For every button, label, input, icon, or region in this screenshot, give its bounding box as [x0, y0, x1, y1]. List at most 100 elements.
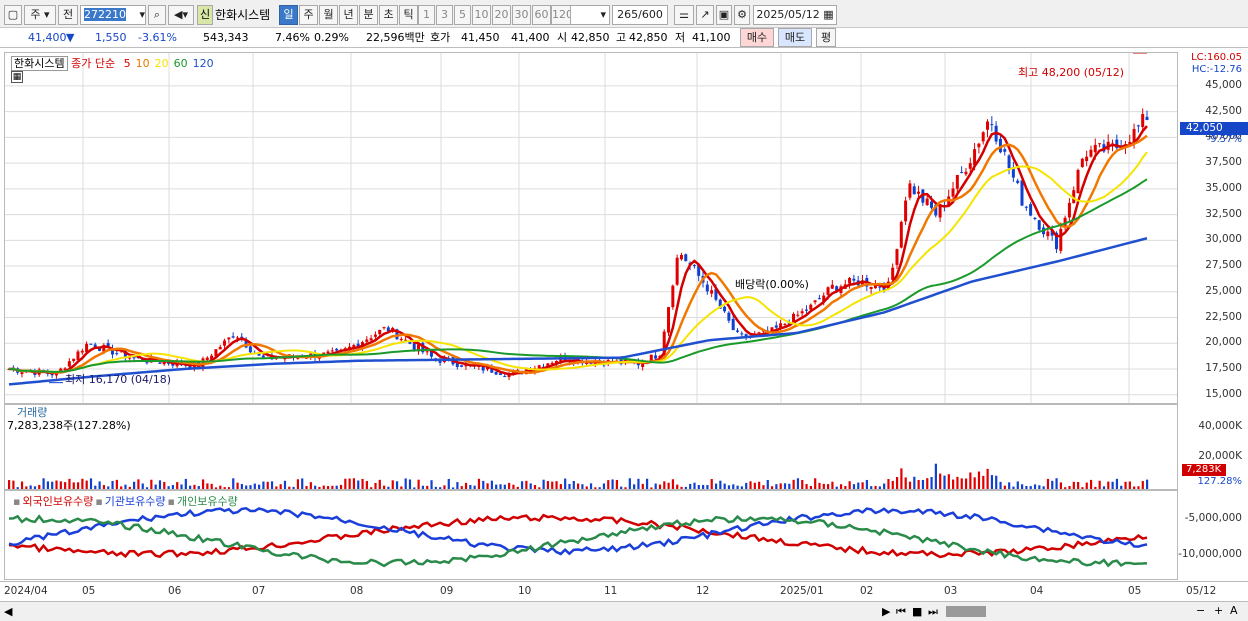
search-icon[interactable]: ⌕	[148, 5, 166, 25]
scroll-left-icon[interactable]: ◀	[4, 605, 12, 619]
period-num-4-button[interactable]: 20	[492, 5, 511, 25]
scroll-thumb[interactable]	[946, 606, 986, 617]
volume-bar	[275, 486, 278, 489]
volume-bar	[214, 487, 218, 489]
candle-body	[132, 357, 136, 359]
zoom-out-icon[interactable]: −	[1196, 604, 1205, 618]
ma-10-line	[8, 134, 1148, 374]
legend-ma-1: 10	[135, 57, 150, 70]
volume-bar	[322, 485, 325, 489]
current-price: 41,400	[28, 31, 67, 44]
volume-bar	[779, 483, 782, 489]
volume-bar	[904, 477, 907, 489]
candle-body	[494, 371, 498, 375]
volume-bar	[551, 481, 554, 489]
holding-legend-1: 기관보유수량	[104, 495, 166, 508]
candle-body	[667, 307, 671, 333]
fast-forward-icon[interactable]: ⏭	[928, 605, 938, 619]
volume-bar	[120, 486, 123, 489]
prev-button[interactable]: 전	[58, 5, 78, 25]
volume-bar	[503, 484, 506, 489]
date-tick: 2025/01	[780, 585, 824, 597]
font-size-icon[interactable]: A	[1230, 604, 1238, 618]
gear-icon[interactable]: ⚙	[734, 5, 750, 25]
period-select[interactable]: 주 ▾	[24, 5, 56, 25]
candle-body	[223, 340, 227, 346]
extra-select[interactable]: ▾	[570, 5, 610, 25]
volume-bar	[870, 486, 873, 489]
candle-body	[908, 183, 912, 198]
timeframe-1-button[interactable]: 주	[299, 5, 318, 25]
volume-bar	[158, 480, 162, 489]
candle-body	[425, 351, 429, 353]
volume-bar	[620, 486, 623, 489]
volume-bar	[887, 479, 890, 489]
timeframe-6-button[interactable]: 틱	[399, 5, 418, 25]
timeframe-4-button[interactable]: 분	[359, 5, 378, 25]
avg-button[interactable]: 평	[816, 28, 836, 47]
timeframe-3-button[interactable]: 년	[339, 5, 358, 25]
volume-bar	[76, 482, 80, 489]
volume-bar	[253, 483, 256, 489]
volume-bar	[952, 479, 955, 489]
date-tick: 05	[1128, 585, 1142, 597]
scroll-right-icon[interactable]: ▶	[882, 605, 890, 619]
timeframe-2-button[interactable]: 월	[319, 5, 338, 25]
holding-pane[interactable]: ▪ 외국인보유수량 ▪ 기관보유수량 ▪ 개인보유수량	[4, 490, 1178, 580]
price-tick: 25,000	[1205, 284, 1242, 297]
candle-body	[895, 249, 899, 265]
timeframe-5-button[interactable]: 초	[379, 5, 398, 25]
period-num-1-button[interactable]: 3	[436, 5, 453, 25]
volume-bar	[395, 481, 399, 489]
window-menu-icon[interactable]: ▢	[4, 5, 22, 25]
trade-amount: 22,596백만	[366, 31, 425, 44]
candle-type-icon[interactable]: ⚌	[674, 5, 694, 25]
sell-button[interactable]: 매도	[778, 28, 812, 47]
volume-bar	[637, 478, 640, 489]
volume-bar	[314, 485, 317, 489]
candle-body	[231, 336, 235, 338]
volume-bar	[809, 485, 812, 489]
date-input[interactable]: 2025/05/12 ▦	[753, 5, 837, 25]
legend-marker-1: ▪	[95, 495, 103, 508]
period-num-3-button[interactable]: 10	[472, 5, 491, 25]
stop-icon[interactable]: ■	[912, 605, 922, 619]
candle-body	[675, 257, 679, 285]
table-icon[interactable]: ▦	[11, 71, 23, 83]
price-tick: 22,500	[1205, 310, 1242, 323]
period-num-2-button[interactable]: 5	[454, 5, 471, 25]
candle-body	[205, 357, 209, 361]
volume-bar	[624, 487, 627, 489]
candle-body	[723, 306, 727, 312]
price-tick: 15,000	[1205, 387, 1242, 400]
price-chart-pane[interactable]: 한화시스템 종가 단순 5 10 20 60 120 ▦ 최고 48,200 (05/1…	[4, 52, 1178, 404]
volume-bar	[361, 478, 364, 489]
candle-body	[1145, 116, 1149, 121]
volume-bar	[167, 486, 170, 489]
volume-bar	[758, 481, 761, 489]
volume-bar	[38, 484, 41, 489]
period-num-5-button[interactable]: 30	[512, 5, 531, 25]
date-tick: 10	[518, 585, 532, 597]
volume-bar	[8, 480, 11, 489]
buy-button[interactable]: 매수	[740, 28, 774, 47]
speaker-icon[interactable]: ◀▾	[168, 5, 194, 25]
volume-bar	[150, 479, 153, 489]
volume-bar	[42, 478, 45, 489]
count-input[interactable]: 265/600	[612, 5, 668, 25]
rewind-icon[interactable]: ⏮	[896, 605, 906, 619]
save-icon[interactable]: ▣	[716, 5, 732, 25]
zoom-in-icon[interactable]: +	[1214, 604, 1223, 618]
draw-tool-icon[interactable]: ↗	[696, 5, 714, 25]
volume-bar	[201, 479, 205, 489]
period-num-6-button[interactable]: 60	[532, 5, 551, 25]
volume-bar	[611, 479, 614, 489]
scroll-bar[interactable]: ◀ ▶ ⏮ ■ ⏭ − + A	[0, 601, 1248, 621]
volume-pane[interactable]: 거래량 7,283,238주(127.28%)	[4, 404, 1178, 490]
timeframe-0-button[interactable]: 일	[279, 5, 298, 25]
candle-body	[654, 355, 658, 359]
volume-bar	[1025, 485, 1028, 489]
stock-code-input[interactable]: 272210 ▾	[80, 5, 146, 25]
candle-body	[852, 278, 856, 281]
period-num-0-button[interactable]: 1	[418, 5, 435, 25]
